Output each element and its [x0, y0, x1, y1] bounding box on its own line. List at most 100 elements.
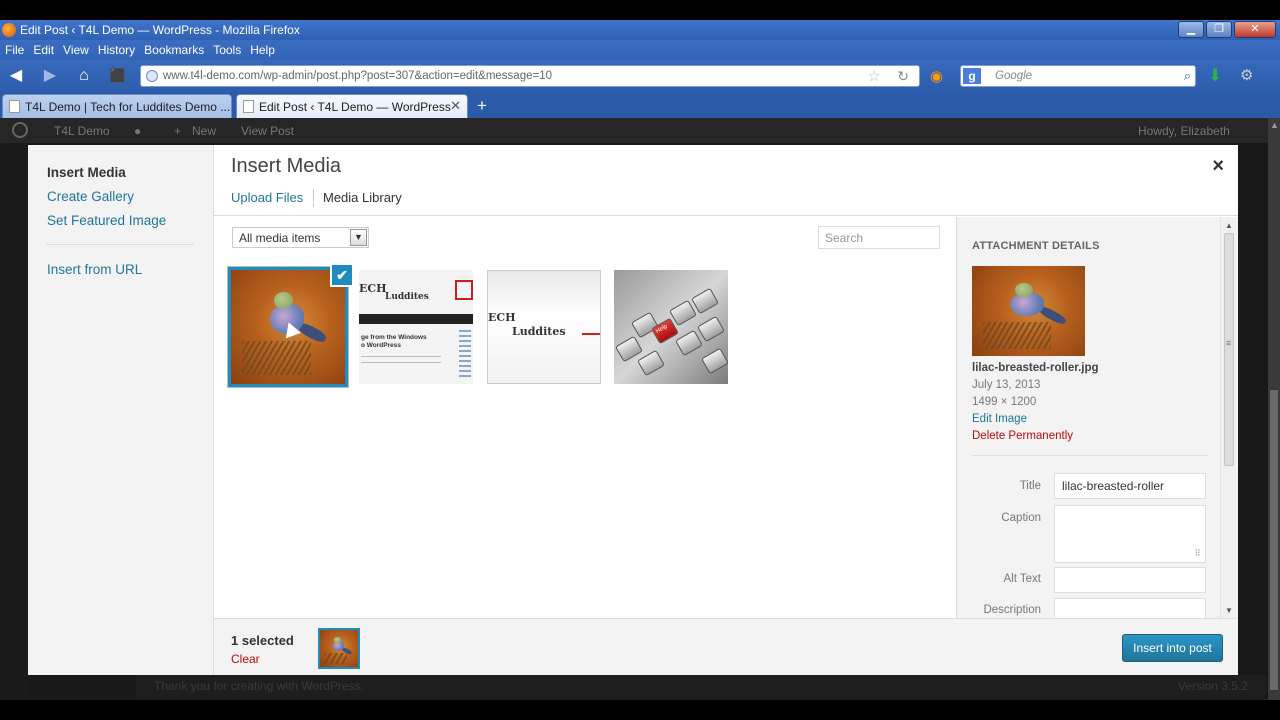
- new-tab-button[interactable]: +: [470, 95, 494, 117]
- page-favicon-icon: [9, 100, 20, 113]
- menu-tools[interactable]: Tools: [212, 40, 245, 60]
- media-frame-menu: Insert Media Create Gallery Set Featured…: [28, 145, 214, 675]
- menu-insert-from-url[interactable]: Insert from URL: [47, 262, 142, 277]
- caption-label: Caption: [1001, 512, 1041, 524]
- admin-bar-new[interactable]: New: [192, 124, 216, 138]
- menu-set-featured-image[interactable]: Set Featured Image: [47, 213, 166, 228]
- page-favicon-icon: [243, 100, 254, 113]
- tab-strip: T4L Demo | Tech for Luddites Demo ... Ed…: [0, 92, 1280, 118]
- caption-textarea[interactable]: ⠿: [1054, 505, 1206, 563]
- search-placeholder-text: Search: [825, 231, 864, 245]
- menu-view[interactable]: View: [62, 40, 93, 60]
- selected-check-icon[interactable]: ✔: [330, 263, 354, 287]
- navigation-toolbar: ◀ ▶ ⌂ ⬛ www.t4l-demo.com/wp-admin/post.p…: [0, 60, 1280, 92]
- delete-permanently-link[interactable]: Delete Permanently: [972, 430, 1073, 442]
- title-label: Title: [1019, 480, 1041, 492]
- tab-label: Edit Post ‹ T4L Demo — WordPress: [259, 100, 451, 114]
- menu-file[interactable]: File: [4, 40, 28, 60]
- title-input[interactable]: lilac-breasted-roller: [1054, 473, 1206, 499]
- reload-icon[interactable]: ↻: [897, 68, 909, 85]
- maximize-button[interactable]: ❐: [1206, 21, 1232, 38]
- menu-create-gallery[interactable]: Create Gallery: [47, 189, 134, 204]
- modal-close-button[interactable]: ×: [1212, 155, 1224, 178]
- menu-history[interactable]: History: [97, 40, 139, 60]
- rss-feed-icon[interactable]: ◉: [930, 67, 943, 85]
- tab-t4l-demo[interactable]: T4L Demo | Tech for Luddites Demo ...: [2, 94, 232, 118]
- google-engine-icon[interactable]: g: [963, 68, 981, 84]
- chevron-down-icon[interactable]: ▼: [350, 229, 367, 246]
- selection-thumbnail[interactable]: [318, 628, 360, 669]
- comments-icon[interactable]: ●: [134, 124, 141, 138]
- admin-menu-backdrop: [0, 143, 28, 700]
- details-divider: [972, 455, 1208, 456]
- edit-image-link[interactable]: Edit Image: [972, 413, 1027, 425]
- close-window-button[interactable]: ✕: [1234, 21, 1276, 38]
- forward-button[interactable]: ▶: [40, 66, 60, 86]
- menu-help[interactable]: Help: [249, 40, 279, 60]
- attachment-filename: lilac-breasted-roller.jpg: [972, 362, 1099, 374]
- attachment-dimensions: 1499 × 1200: [972, 396, 1037, 408]
- menu-insert-media[interactable]: Insert Media: [47, 165, 126, 180]
- modal-title: Insert Media: [231, 155, 342, 177]
- tab-edit-post[interactable]: Edit Post ‹ T4L Demo — WordPress ✕: [236, 94, 468, 118]
- menu-edit[interactable]: Edit: [32, 40, 58, 60]
- resize-grip-icon[interactable]: ⠿: [1194, 548, 1201, 559]
- attachment-keyboard-help-key[interactable]: Help: [614, 270, 728, 384]
- site-identity-icon[interactable]: [146, 70, 158, 82]
- home-icon[interactable]: ⌂: [74, 66, 94, 86]
- menu-separator: [46, 244, 194, 245]
- tab-label: T4L Demo | Tech for Luddites Demo ...: [25, 100, 231, 114]
- media-search-input[interactable]: Search: [818, 226, 940, 249]
- tab-upload-files[interactable]: Upload Files: [231, 190, 303, 211]
- admin-bar-view-post[interactable]: View Post: [241, 124, 294, 138]
- clear-selection-link[interactable]: Clear: [231, 652, 260, 666]
- sidebar-scroll-thumb[interactable]: [1224, 233, 1234, 466]
- search-icon[interactable]: ⌕: [1184, 68, 1191, 84]
- filter-selected-value: All media items: [239, 231, 321, 245]
- page-scroll-thumb[interactable]: [1270, 390, 1278, 690]
- attachment-tech-luddites-header[interactable]: ECH Luddites: [487, 270, 601, 384]
- attachment-details-heading: ATTACHMENT DETAILS: [972, 240, 1100, 252]
- admin-bar-new-icon[interactable]: +: [174, 124, 181, 138]
- scroll-up-icon[interactable]: ▲: [1270, 120, 1279, 130]
- description-textarea[interactable]: [1054, 598, 1206, 618]
- admin-bar-site-name[interactable]: T4L Demo: [54, 124, 110, 138]
- sidebar-scrollbar[interactable]: ▲ ▼: [1220, 217, 1237, 618]
- url-text: www.t4l-demo.com/wp-admin/post.php?post=…: [163, 70, 552, 82]
- tools-icon[interactable]: ⚙: [1240, 66, 1253, 84]
- scroll-up-icon[interactable]: ▲: [1225, 221, 1233, 230]
- download-arrow-icon[interactable]: ⬇: [1208, 66, 1222, 86]
- back-button[interactable]: ◀: [6, 66, 26, 86]
- header-thumbnail: ECH Luddites: [488, 271, 600, 383]
- minimize-button[interactable]: ▁: [1178, 21, 1204, 38]
- screen: Edit Post ‹ T4L Demo — WordPress - Mozil…: [0, 0, 1280, 720]
- insert-media-modal: Insert Media Create Gallery Set Featured…: [28, 145, 1238, 675]
- url-bar[interactable]: www.t4l-demo.com/wp-admin/post.php?post=…: [140, 65, 920, 87]
- page-scrollbar[interactable]: ▲: [1268, 118, 1280, 700]
- bookmark-star-icon[interactable]: ☆: [868, 67, 881, 85]
- media-toolbar: 1 selected Clear Insert into post: [214, 618, 1238, 675]
- alt-text-input[interactable]: [1054, 567, 1206, 593]
- tab-close-icon[interactable]: ✕: [450, 98, 461, 114]
- alt-text-label: Alt Text: [1003, 573, 1042, 585]
- window-titlebar: Edit Post ‹ T4L Demo — WordPress - Mozil…: [0, 20, 1280, 40]
- attachments-browser: All media items ▼ Search ✔ ECH Luddites: [215, 217, 956, 618]
- attachment-tech-luddites-screenshot[interactable]: ECH Luddites ge from the Windows o WordP…: [359, 270, 473, 384]
- tab-media-library[interactable]: Media Library: [323, 190, 402, 211]
- menu-bookmarks[interactable]: Bookmarks: [143, 40, 208, 60]
- addon-icon[interactable]: ⬛: [108, 66, 128, 86]
- top-black-strip: [0, 0, 1280, 20]
- media-filter-select[interactable]: All media items ▼: [232, 227, 369, 248]
- web-search-box[interactable]: g Google ⌕: [960, 65, 1196, 87]
- insert-into-post-button[interactable]: Insert into post: [1122, 634, 1223, 662]
- router-divider: [313, 189, 314, 207]
- scroll-down-icon[interactable]: ▼: [1225, 606, 1233, 615]
- screenshot-thumbnail: ECH Luddites ge from the Windows o WordP…: [359, 270, 473, 384]
- admin-bar-howdy[interactable]: Howdy, Elizabeth: [1138, 124, 1230, 138]
- description-label: Description: [983, 604, 1041, 616]
- footer-thanks: Thank you for creating with WordPress.: [154, 679, 364, 693]
- wordpress-logo-icon[interactable]: [12, 122, 28, 138]
- keyboard-thumbnail: Help: [614, 270, 728, 384]
- attachment-date: July 13, 2013: [972, 379, 1041, 391]
- attachment-preview-image: [972, 266, 1085, 356]
